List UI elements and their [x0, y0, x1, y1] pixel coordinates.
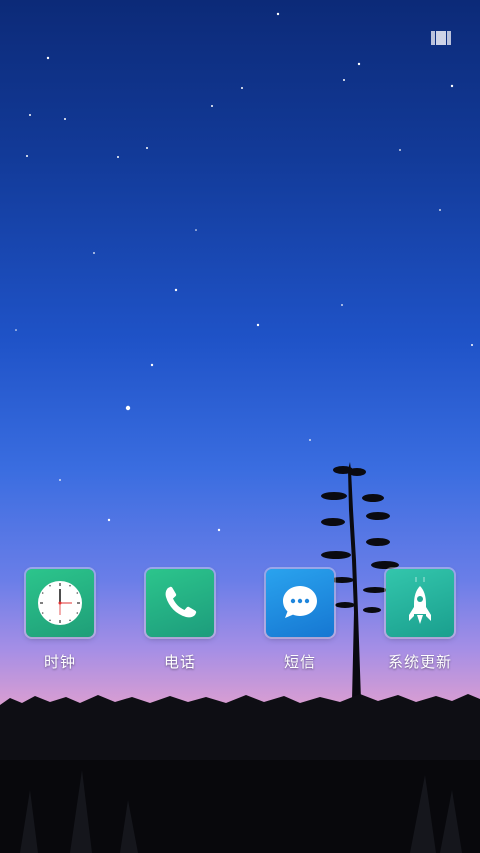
- app-label-sms: 短信: [283, 653, 316, 671]
- home-screen: 时钟 电话 短信 系统更新: [0, 0, 480, 853]
- clock-icon: [26, 569, 94, 637]
- app-label-phone: 电话: [163, 653, 196, 671]
- message-bubble-icon: [266, 569, 334, 637]
- app-phone[interactable]: 电话: [130, 569, 230, 672]
- app-label-clock: 时钟: [43, 653, 76, 671]
- rocket-icon: [386, 569, 454, 637]
- app-system-update[interactable]: 系统更新: [370, 569, 470, 672]
- wallpaper-silhouette: [0, 462, 480, 853]
- grid-icon[interactable]: [431, 31, 451, 45]
- app-sms[interactable]: 短信: [250, 569, 350, 672]
- phone-icon: [146, 569, 214, 637]
- app-clock[interactable]: 时钟: [10, 569, 110, 672]
- app-label-system-update: 系统更新: [387, 653, 452, 671]
